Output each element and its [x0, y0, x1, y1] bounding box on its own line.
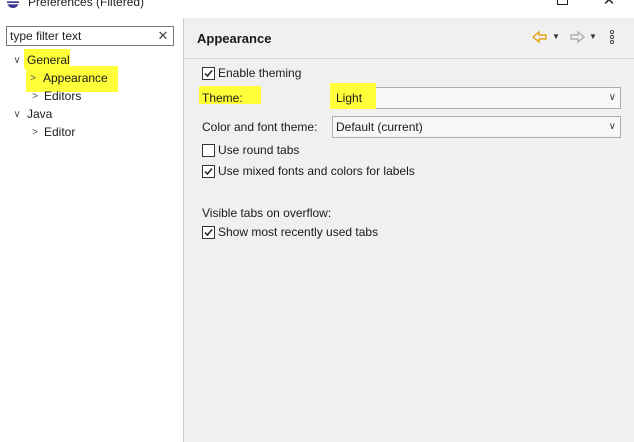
mixed-fonts-checkbox[interactable]	[202, 165, 215, 178]
tree-item-java[interactable]: ∨ Java	[0, 106, 183, 123]
chevron-right-icon[interactable]: >	[28, 70, 38, 87]
round-tabs-label: Use round tabs	[218, 143, 300, 157]
enable-theming-checkbox[interactable]	[202, 67, 215, 80]
tree-label-editor: Editor	[44, 125, 76, 139]
theme-select[interactable]: Light ∨	[330, 83, 621, 109]
round-tabs-checkbox[interactable]	[202, 144, 215, 157]
chevron-down-icon[interactable]: ∨	[12, 52, 22, 69]
chevron-right-icon[interactable]: >	[30, 124, 40, 141]
tree-label-editors: Editors	[44, 89, 82, 103]
forward-arrow-icon[interactable]	[569, 29, 586, 45]
chevron-down-icon[interactable]: ∨	[12, 106, 22, 123]
color-font-theme-value: Default (current)	[336, 120, 423, 134]
tree-item-appearance[interactable]: > Appearance	[0, 66, 183, 92]
mixed-fonts-label: Use mixed fonts and colors for labels	[218, 164, 415, 178]
view-menu-icon[interactable]	[608, 29, 616, 45]
chevron-down-icon: ∨	[608, 121, 616, 132]
eclipse-app-icon	[5, 0, 21, 9]
tree-item-editor[interactable]: > Editor	[0, 124, 183, 141]
header-separator	[184, 58, 634, 59]
preferences-tree-pane: ✕ ∨ General > Appearance > Editors ∨ Jav…	[0, 18, 183, 442]
forward-dropdown-icon[interactable]: ▼	[588, 29, 598, 45]
tree-item-editors[interactable]: > Editors	[0, 88, 183, 105]
chevron-right-icon[interactable]: >	[30, 88, 40, 105]
back-arrow-icon[interactable]	[531, 29, 548, 45]
chevron-down-icon: ∨	[608, 92, 616, 103]
color-font-theme-select[interactable]: Default (current) ∨	[332, 116, 621, 138]
title-bar: Preferences (Filtered) ✕	[0, 0, 634, 18]
tree-label-java: Java	[27, 107, 53, 121]
maximize-icon	[556, 0, 568, 5]
tree-label-appearance: Appearance	[43, 71, 108, 85]
enable-theming-label: Enable theming	[218, 66, 302, 80]
show-recent-tabs-label: Show most recently used tabs	[218, 225, 379, 239]
color-font-theme-label: Color and font theme:	[202, 120, 318, 134]
maximize-button[interactable]	[552, 0, 572, 9]
show-recent-tabs-checkbox[interactable]	[202, 226, 215, 239]
window-title: Preferences (Filtered)	[28, 0, 145, 9]
back-dropdown-icon[interactable]: ▼	[551, 29, 561, 45]
theme-select-value: Light	[336, 91, 363, 105]
visible-tabs-label: Visible tabs on overflow:	[202, 206, 332, 220]
close-button[interactable]: ✕	[599, 0, 619, 9]
page-title: Appearance	[197, 31, 272, 46]
theme-label: Theme:	[202, 91, 243, 105]
preference-page-pane: Appearance ▼ ▼ Enable theming Theme: Lig…	[184, 18, 634, 442]
filter-field[interactable]: ✕	[6, 26, 174, 46]
page-header: Appearance ▼ ▼	[184, 18, 634, 58]
clear-filter-icon[interactable]: ✕	[157, 27, 169, 45]
filter-input[interactable]	[10, 28, 155, 44]
